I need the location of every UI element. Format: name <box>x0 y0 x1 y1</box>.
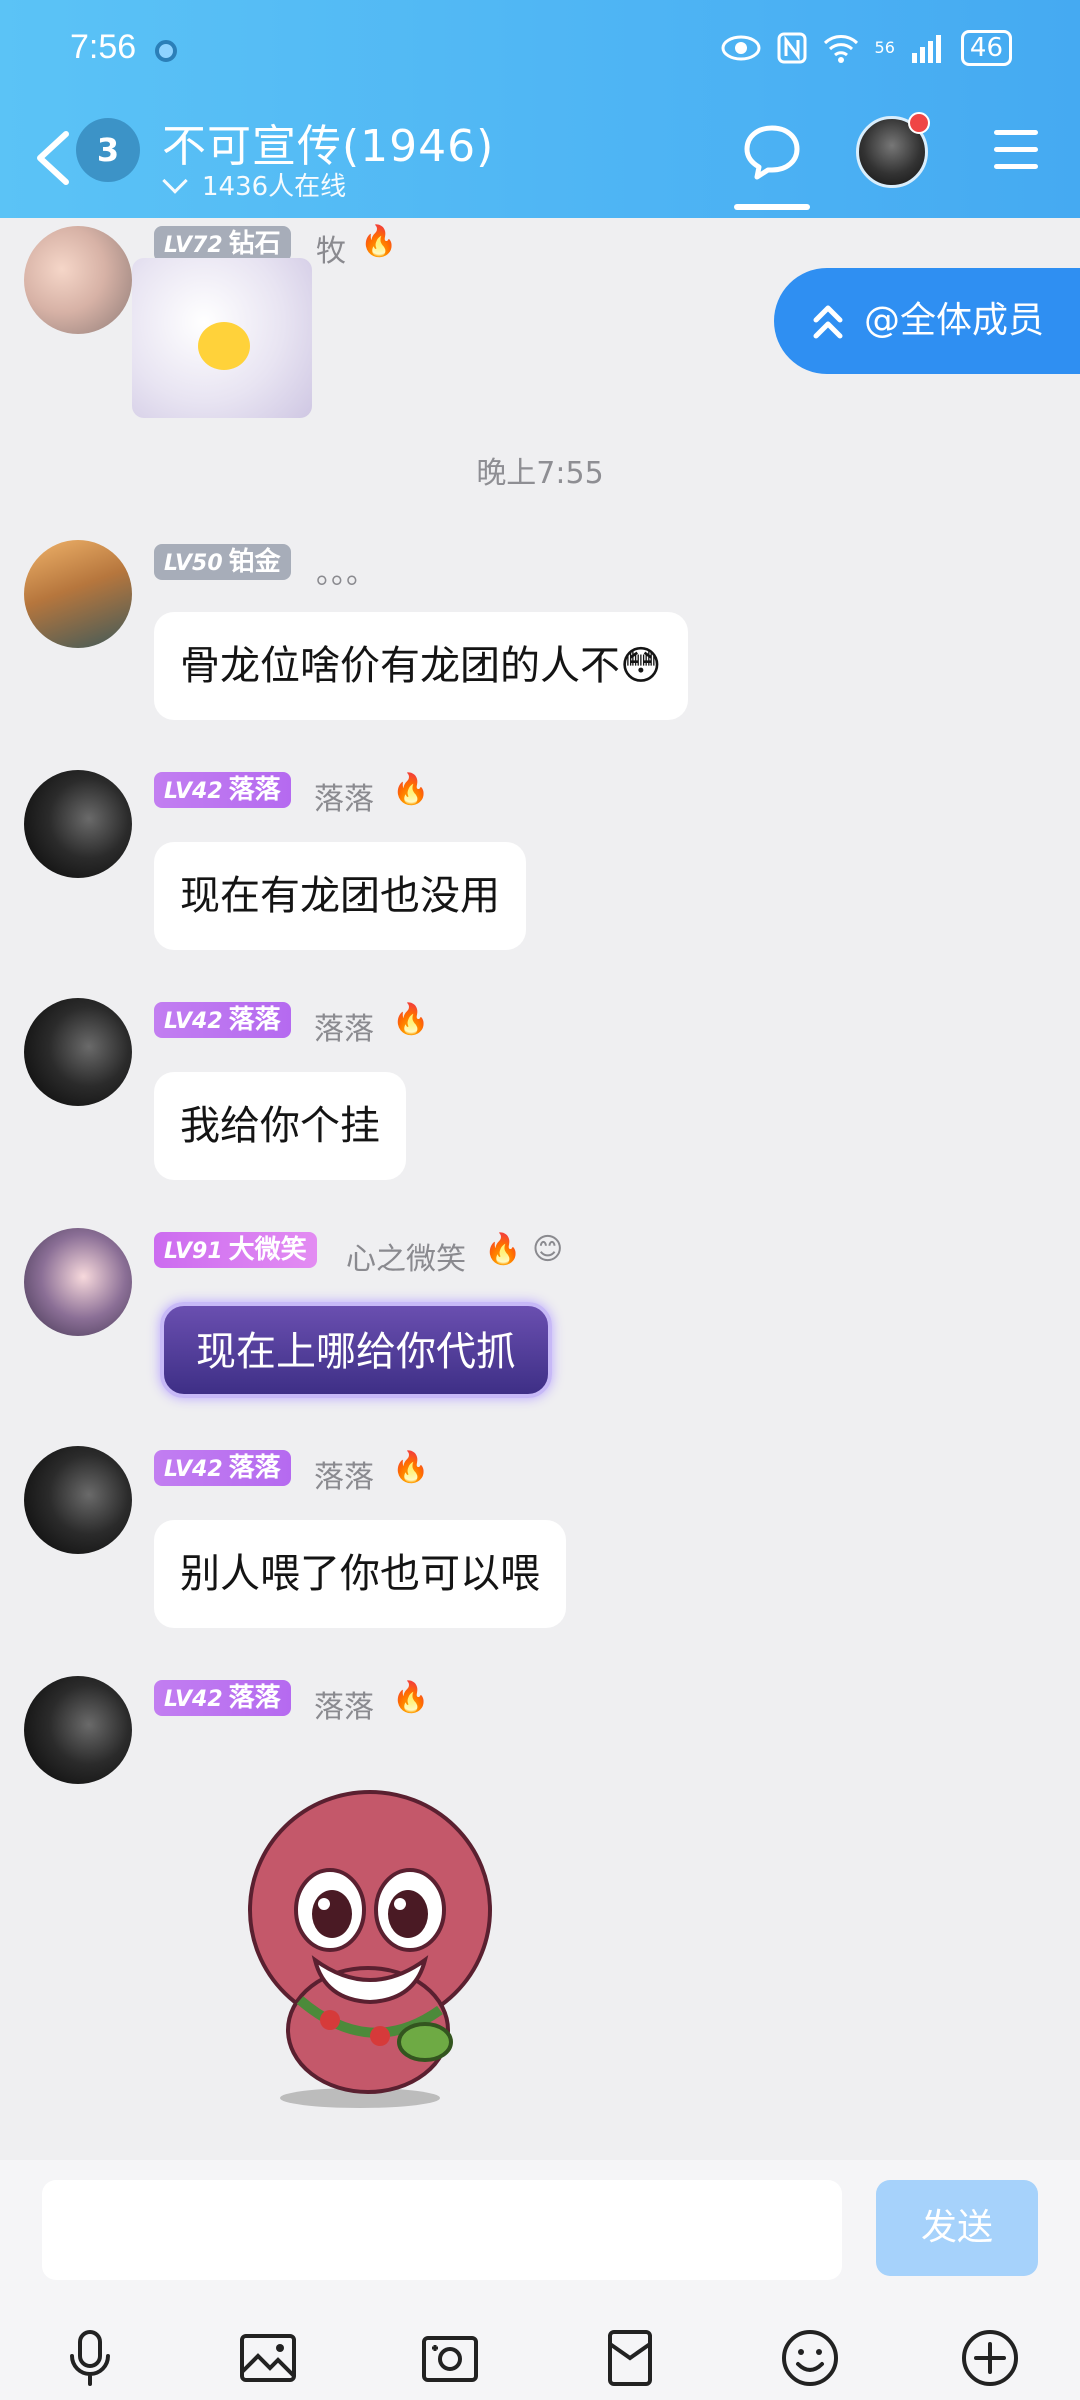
level-badge: LV50 铂金 <box>154 544 291 580</box>
double-chevron-up-icon <box>813 305 843 339</box>
at-all-members-button[interactable]: @全体成员 <box>774 268 1080 374</box>
fire-icon: 🔥 <box>392 1450 430 1485</box>
message-input[interactable] <box>42 2180 842 2280</box>
level-badge: LV42 落落 <box>154 772 291 808</box>
sticker-image[interactable] <box>220 1780 520 2110</box>
sender-name[interactable]: 落落 <box>314 1004 374 1048</box>
sender-name[interactable]: 牧 <box>316 226 346 270</box>
microphone-icon[interactable] <box>58 2326 122 2390</box>
sender-name[interactable]: 落落 <box>314 1682 374 1726</box>
chat-bubble-icon[interactable] <box>742 122 802 182</box>
notification-dot-icon <box>155 40 177 62</box>
message-bubble[interactable]: 现在上哪给你代抓 <box>160 1302 552 1398</box>
time-divider: 晚上7:55 <box>476 456 604 491</box>
avatar[interactable] <box>24 770 132 878</box>
unread-count-badge[interactable]: 3 <box>76 118 140 182</box>
fire-icon: 🔥 <box>392 1002 430 1037</box>
avatar[interactable] <box>24 1446 132 1554</box>
message-bubble[interactable]: 我给你个挂 <box>154 1072 406 1180</box>
menu-icon[interactable] <box>994 130 1038 170</box>
image-icon[interactable] <box>236 2326 300 2390</box>
avatar[interactable] <box>24 540 132 648</box>
message-bubble[interactable]: 别人喂了你也可以喂 <box>154 1520 566 1628</box>
avatar[interactable] <box>24 1676 132 1784</box>
eye-icon <box>721 35 761 61</box>
at-all-label: @全体成员 <box>864 300 1045 341</box>
fire-icon: 🔥 <box>392 772 430 807</box>
group-title[interactable]: 不可宣传(1946) <box>162 110 494 174</box>
network-type: 56 <box>874 38 895 57</box>
level-badge: LV42 落落 <box>154 1450 291 1486</box>
red-packet-icon[interactable] <box>598 2326 662 2390</box>
online-count-text: 1436人在线 <box>202 172 347 202</box>
status-icons: 56 46 <box>721 30 1012 66</box>
emoji-icon[interactable] <box>778 2326 842 2390</box>
status-bar: 7:56 56 46 <box>0 0 1080 100</box>
message-bubble[interactable]: 现在有龙团也没用 <box>154 842 526 950</box>
fire-icon: 🔥 <box>392 1680 430 1715</box>
online-count[interactable]: 1436人在线 <box>162 166 347 203</box>
sticker-image[interactable] <box>132 258 312 418</box>
wifi-icon <box>823 35 858 63</box>
avatar[interactable] <box>24 998 132 1106</box>
status-time: 7:56 <box>70 28 137 66</box>
level-badge: LV42 落落 <box>154 1002 291 1038</box>
level-badge: LV91 大微笑 <box>154 1232 317 1268</box>
active-tab-indicator <box>734 204 810 210</box>
message-bubble[interactable]: 骨龙位啥价有龙团的人不😳 <box>154 612 688 720</box>
camera-icon[interactable] <box>418 2326 482 2390</box>
send-button[interactable]: 发送 <box>876 2180 1038 2276</box>
emoji-badge-icon: 😊 <box>532 1232 564 1267</box>
avatar[interactable] <box>24 1228 132 1336</box>
input-toolbar <box>0 2310 1080 2400</box>
fire-icon: 🔥 <box>484 1232 522 1267</box>
header: 7:56 56 46 3 不可宣传(1946) 1436人在线 <box>0 0 1080 218</box>
sticker-face <box>198 322 250 370</box>
sender-name[interactable]: 心之微笑 <box>346 1234 466 1278</box>
notification-red-dot <box>908 112 930 134</box>
sender-name[interactable]: 落落 <box>314 774 374 818</box>
nfc-icon <box>777 32 807 64</box>
sender-name[interactable]: 。。。 <box>316 548 376 592</box>
avatar[interactable] <box>24 226 132 334</box>
title-bar: 3 不可宣传(1946) 1436人在线 <box>0 100 1080 218</box>
signal-icon <box>911 35 941 63</box>
chevron-down-icon <box>162 168 188 194</box>
level-badge: LV72 钻石 <box>154 226 291 262</box>
plus-icon[interactable] <box>958 2326 1022 2390</box>
fire-icon: 🔥 <box>360 224 398 259</box>
sender-name[interactable]: 落落 <box>314 1452 374 1496</box>
back-arrow-icon[interactable] <box>30 128 74 188</box>
level-badge: LV42 落落 <box>154 1680 291 1716</box>
input-area: 发送 <box>0 2160 1080 2400</box>
battery-icon: 46 <box>960 30 1012 66</box>
